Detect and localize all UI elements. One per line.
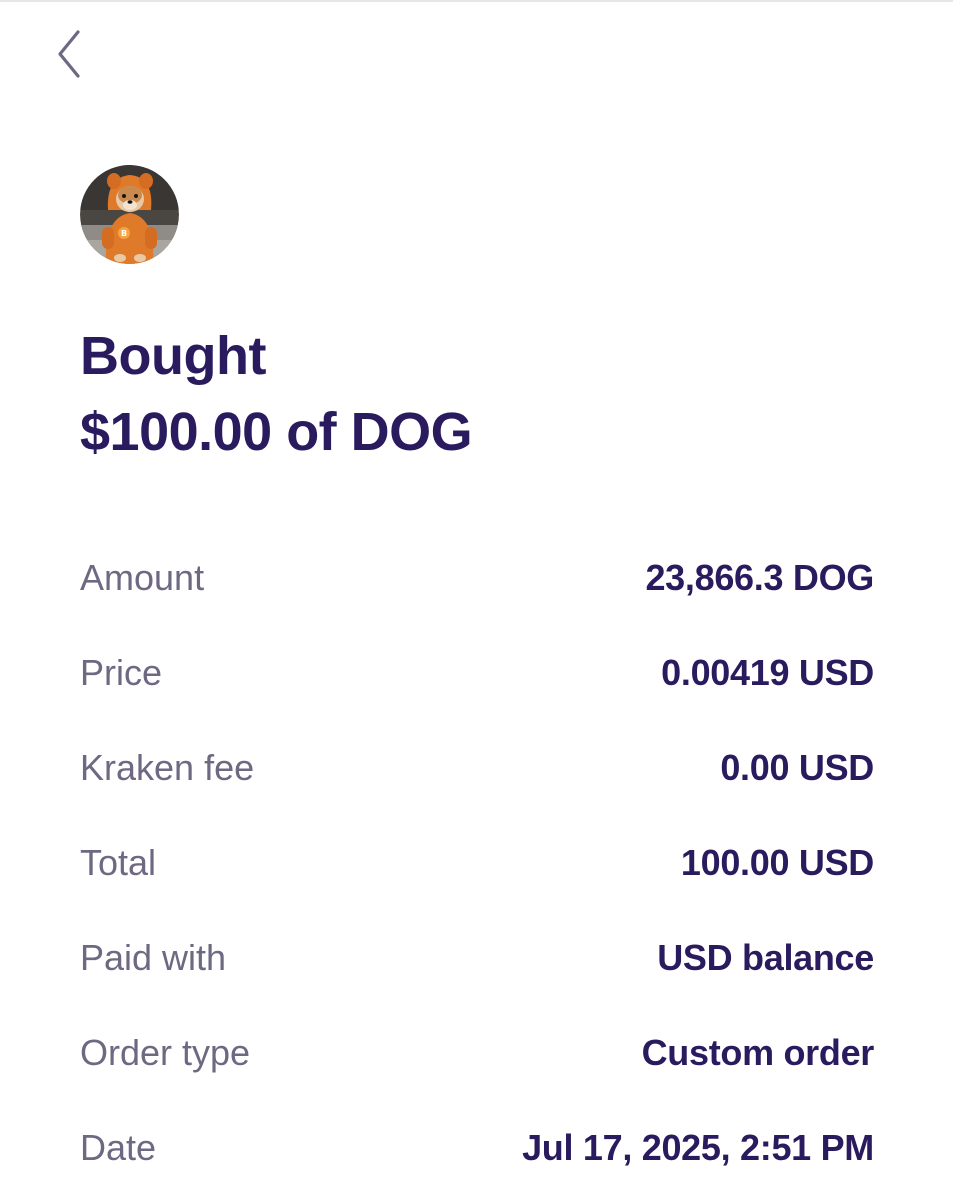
detail-value: 23,866.3 DOG [645,556,874,598]
back-button[interactable] [44,22,94,86]
dog-avatar-image: B [80,165,179,264]
detail-label: Order type [80,1031,251,1073]
detail-row-total: Total 100.00 USD [80,815,874,910]
detail-value: Custom order [641,1031,875,1073]
detail-label: Date [80,1126,157,1168]
detail-row-paid-with: Paid with USD balance [80,910,874,1005]
transaction-details: Amount 23,866.3 DOG Price 0.00419 USD Kr… [80,530,874,1195]
top-divider [0,0,953,2]
detail-value: 0.00419 USD [661,651,874,693]
detail-label: Paid with [80,936,227,978]
detail-row-amount: Amount 23,866.3 DOG [80,530,874,625]
headline-amount: $100.00 of DOG [80,402,473,462]
chevron-left-icon [58,30,80,78]
detail-label: Price [80,651,163,693]
detail-value: USD balance [657,936,874,978]
detail-value: 0.00 USD [720,746,874,788]
detail-label: Amount [80,556,205,598]
headline-action: Bought [80,326,266,386]
detail-row-date: Date Jul 17, 2025, 2:51 PM [80,1100,874,1195]
detail-row-price: Price 0.00419 USD [80,625,874,720]
detail-label: Total [80,841,157,883]
transaction-headline: Bought $100.00 of DOG [80,318,473,470]
detail-row-order-type: Order type Custom order [80,1005,874,1100]
detail-row-fee: Kraken fee 0.00 USD [80,720,874,815]
detail-label: Kraken fee [80,746,255,788]
asset-avatar: B [80,165,179,264]
detail-value: 100.00 USD [680,841,874,883]
svg-text:B: B [121,229,127,238]
detail-value: Jul 17, 2025, 2:51 PM [522,1126,874,1168]
